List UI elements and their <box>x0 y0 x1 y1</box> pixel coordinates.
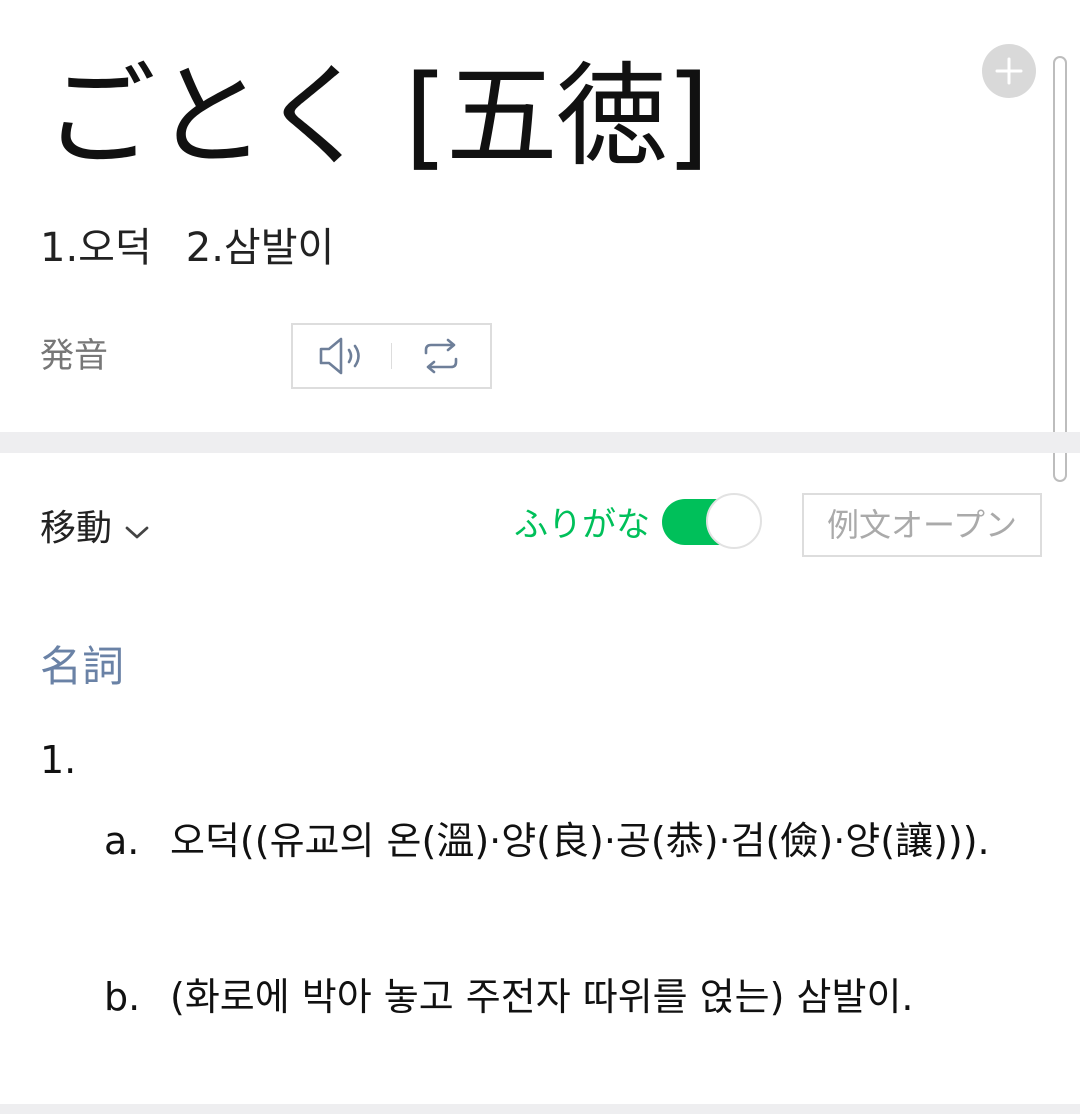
chevron-down-icon <box>125 526 149 539</box>
add-to-wordbook-button[interactable] <box>982 44 1036 98</box>
plus-icon <box>995 57 1023 85</box>
section-divider <box>0 432 1080 453</box>
scrollbar[interactable] <box>1053 56 1067 482</box>
summary-meaning-2: 2.삼발이 <box>185 225 335 271</box>
repeat-audio-button[interactable] <box>392 325 490 387</box>
summary-meaning-1: 1.오덕 <box>40 225 152 271</box>
entry-toolbar: 移動 ふりがな 例文オープン <box>0 453 1080 593</box>
speaker-icon <box>319 337 360 375</box>
meanings-summary: 1.오덕 2.삼발이 <box>40 222 334 274</box>
subsense-letter: a. <box>104 819 140 863</box>
dictionary-entry-page: ごとく [五徳] 1.오덕 2.삼발이 発音 移動 ふりがな 例文オープン 名詞… <box>0 0 1080 1114</box>
headword: ごとく [五徳] <box>44 52 710 182</box>
toggle-knob <box>706 493 762 549</box>
sense-number: 1. <box>40 738 77 782</box>
furigana-toggle[interactable] <box>662 493 762 551</box>
move-dropdown[interactable]: 移動 <box>40 506 150 552</box>
subsense-text: 오덕((유교의 온(溫)·양(良)·공(恭)·검(儉)·양(讓))). <box>170 819 990 863</box>
pronunciation-label: 発音 <box>40 336 108 376</box>
play-audio-button[interactable] <box>293 325 391 387</box>
furigana-label: ふりがな <box>514 505 650 545</box>
subsense-text: (화로에 박아 놓고 주전자 따위를 얹는) 삼발이. <box>170 975 914 1019</box>
part-of-speech-label: 名詞 <box>40 642 125 691</box>
entry-header: ごとく [五徳] 1.오덕 2.삼발이 発音 <box>0 0 1080 432</box>
bottom-divider <box>0 1104 1080 1114</box>
subsense-letter: b. <box>104 975 141 1019</box>
subsense-item: a. 오덕((유교의 온(溫)·양(良)·공(恭)·검(儉)·양(讓))). <box>104 812 1024 870</box>
move-label: 移動 <box>40 508 113 549</box>
repeat-icon <box>424 338 458 374</box>
pronunciation-controls <box>291 323 492 389</box>
open-examples-button[interactable]: 例文オープン <box>802 493 1042 557</box>
subsense-item: b. (화로에 박아 놓고 주전자 따위를 얹는) 삼발이. <box>104 968 1024 1026</box>
